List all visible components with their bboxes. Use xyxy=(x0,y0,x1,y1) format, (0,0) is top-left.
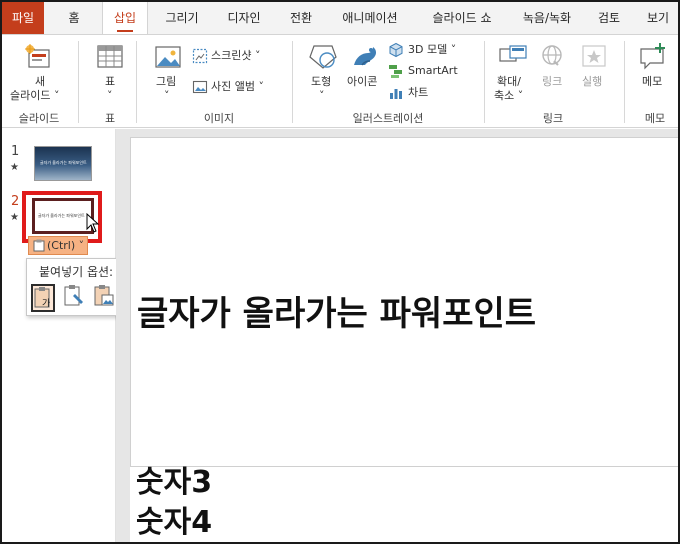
group-images-label: 이미지 xyxy=(203,112,235,125)
group-separator xyxy=(136,41,137,123)
thumbnail-text: 글자가 올라가는 파워포인트 xyxy=(40,160,87,165)
chart-icon[interactable] xyxy=(388,85,404,104)
slide-number-1: 1 xyxy=(11,144,20,159)
paste-options-popup: 붙여넣기 옵션: 가 xyxy=(26,258,126,316)
zoom-label-2[interactable]: 축소 ˅ xyxy=(494,89,523,103)
picture-icon[interactable] xyxy=(154,43,182,74)
paste-keep-source-formatting[interactable]: 가 xyxy=(31,284,55,312)
table-icon[interactable] xyxy=(96,43,124,74)
paste-options-title: 붙여넣기 옵션: xyxy=(39,265,114,279)
smartart-icon[interactable] xyxy=(388,63,404,82)
tab-insert[interactable]: 삽입 xyxy=(102,2,148,35)
tab-file[interactable]: 파일 xyxy=(2,2,44,34)
shapes-chevron[interactable]: ˅ xyxy=(319,89,325,103)
slide-number-2: 2 xyxy=(11,194,20,209)
group-separator xyxy=(624,41,625,123)
icons-icon[interactable] xyxy=(350,43,380,74)
zoom-icon[interactable] xyxy=(498,43,528,74)
shapes-icon[interactable] xyxy=(308,43,338,74)
group-table-label: 표 xyxy=(104,112,116,125)
table-button-label[interactable]: 표 xyxy=(105,75,115,89)
thumbnail-text: 글자가 올라가는 파워포인트 xyxy=(38,213,85,218)
tab-animations[interactable]: 애니메이션 xyxy=(328,2,412,34)
powerpoint-window: 파일 홈 삽입 그리기 디자인 전환 애니메이션 슬라이드 쇼 녹음/녹화 검토… xyxy=(0,0,680,544)
new-slide-label-1[interactable]: 새 xyxy=(35,75,45,89)
table-dropdown-chevron[interactable]: ˅ xyxy=(107,89,113,103)
slide-thumbnail-2[interactable]: 글자가 올라가는 파워포인트 xyxy=(32,198,94,234)
icons-label[interactable]: 아이콘 xyxy=(347,75,377,89)
slide-star-2: ★ xyxy=(10,212,19,223)
pictures-label[interactable]: 그림 xyxy=(156,75,176,89)
slide-canvas[interactable]: 글자가 올라가는 파워포인트 xyxy=(130,137,678,467)
paste-use-destination-theme[interactable] xyxy=(63,284,87,312)
new-slide-label-2[interactable]: 슬라이드 ˅ xyxy=(10,89,59,103)
tab-review[interactable]: 검토 xyxy=(590,2,628,34)
group-comments-label: 메모 xyxy=(644,112,666,125)
group-illustrations-label: 일러스트레이션 xyxy=(352,112,424,125)
ribbon-insert: 새 슬라이드 ˅ 슬라이드 표 ˅ 표 그림 ˅ 스크린샷 ˅ 사진 앨범 ˅ … xyxy=(2,34,678,128)
new-slide-icon[interactable] xyxy=(24,43,52,74)
group-separator xyxy=(484,41,485,123)
group-separator xyxy=(78,41,79,123)
mouse-pointer-icon xyxy=(86,212,100,236)
photo-album-icon[interactable] xyxy=(192,79,208,98)
slide-star-1: ★ xyxy=(10,162,19,173)
screenshot-label[interactable]: 스크린샷 ˅ xyxy=(211,47,260,65)
action-icon[interactable] xyxy=(580,43,608,74)
group-links-label: 링크 xyxy=(542,112,564,125)
photo-album-label[interactable]: 사진 앨범 ˅ xyxy=(211,78,264,96)
comment-label[interactable]: 메모 xyxy=(642,75,662,89)
group-separator xyxy=(292,41,293,123)
paste-ctrl-label: (Ctrl) ˅ xyxy=(47,239,85,252)
clipboard-icon xyxy=(33,239,45,257)
group-slides-label: 슬라이드 xyxy=(18,112,60,125)
tab-transitions[interactable]: 전환 xyxy=(280,2,322,34)
tab-view[interactable]: 보기 xyxy=(638,2,678,34)
comment-icon[interactable] xyxy=(638,41,668,74)
action-label[interactable]: 실행 xyxy=(582,75,602,89)
overflow-text-area xyxy=(130,467,678,542)
slide-title-text[interactable]: 글자가 올라가는 파워포인트 xyxy=(137,286,536,335)
pictures-chevron[interactable]: ˅ xyxy=(164,89,170,103)
slide-thumbnail-1[interactable]: 글자가 올라가는 파워포인트 xyxy=(34,146,92,181)
chart-label[interactable]: 차트 xyxy=(408,84,428,102)
smartart-label[interactable]: SmartArt xyxy=(408,62,458,80)
ribbon-tab-bar: 파일 홈 삽입 그리기 디자인 전환 애니메이션 슬라이드 쇼 녹음/녹화 검토… xyxy=(2,2,678,35)
model-3d-label[interactable]: 3D 모델 ˅ xyxy=(408,41,456,59)
paste-ctrl-button[interactable]: (Ctrl) ˅ xyxy=(28,236,88,255)
link-icon[interactable] xyxy=(538,43,566,74)
screenshot-icon[interactable] xyxy=(192,48,208,67)
shapes-label[interactable]: 도형 xyxy=(311,75,331,89)
tab-slideshow[interactable]: 슬라이드 쇼 xyxy=(420,2,504,34)
svg-text:가: 가 xyxy=(42,298,50,309)
tab-home[interactable]: 홈 xyxy=(54,2,94,34)
overflow-text-line-1[interactable]: 숫자3 xyxy=(136,457,212,501)
tab-design[interactable]: 디자인 xyxy=(216,2,272,34)
slide-workspace: 글자가 올라가는 파워포인트 숫자3 숫자4 xyxy=(116,129,678,542)
zoom-label-1[interactable]: 확대/ xyxy=(497,75,521,89)
paste-as-picture[interactable] xyxy=(93,284,117,312)
tab-draw[interactable]: 그리기 xyxy=(156,2,208,34)
overflow-text-line-2[interactable]: 숫자4 xyxy=(136,497,212,541)
tab-record[interactable]: 녹음/녹화 xyxy=(510,2,584,34)
model-3d-icon[interactable] xyxy=(388,42,404,61)
link-label[interactable]: 링크 xyxy=(542,75,562,89)
